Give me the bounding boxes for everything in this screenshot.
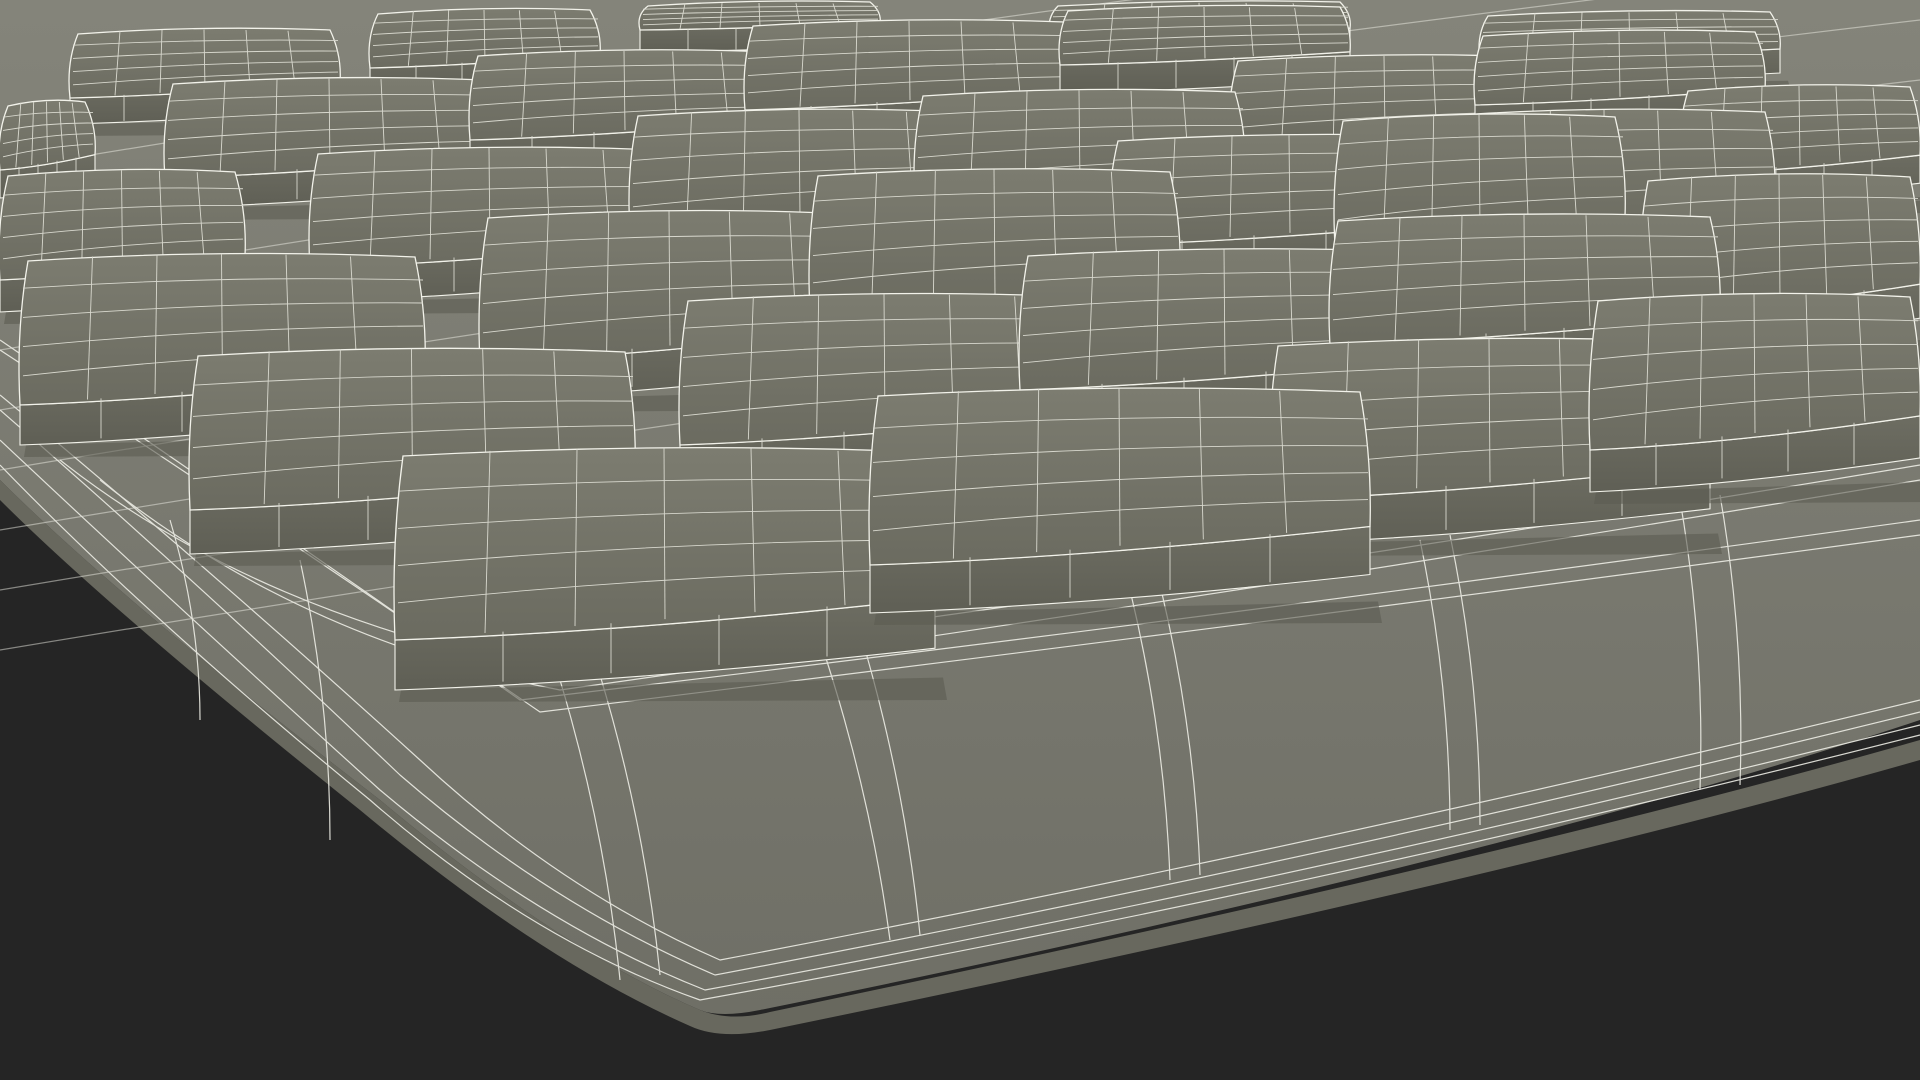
keyboard-wireframe-scene (0, 0, 1920, 1080)
